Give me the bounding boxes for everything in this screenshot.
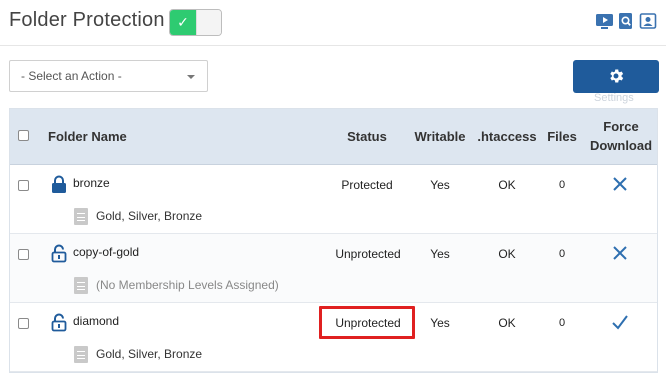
table-header: Folder Name Status Writable .htaccess Fi… xyxy=(10,109,657,165)
column-folder-name[interactable]: Folder Name xyxy=(48,129,127,144)
chevron-down-icon xyxy=(187,75,195,79)
htaccess-text: OK xyxy=(498,316,516,330)
folders-table: Folder Name Status Writable .htaccess Fi… xyxy=(9,108,658,373)
writable-text: Yes xyxy=(430,178,450,192)
gear-icon xyxy=(610,69,624,83)
search-doc-icon[interactable] xyxy=(617,12,636,30)
document-icon xyxy=(74,277,88,294)
document-icon xyxy=(74,346,88,363)
row-checkbox[interactable] xyxy=(18,318,29,329)
htaccess-text: OK xyxy=(498,247,516,261)
writable-text: Yes xyxy=(430,247,450,261)
status-text: Unprotected xyxy=(335,247,401,261)
lock-icon xyxy=(52,175,66,193)
folder-protection-toggle[interactable]: ✓ xyxy=(169,9,222,36)
x-icon[interactable] xyxy=(611,244,629,262)
contact-card-icon[interactable] xyxy=(639,12,658,30)
check-icon[interactable] xyxy=(611,313,629,331)
select-all-checkbox[interactable] xyxy=(18,130,29,141)
htaccess-text: OK xyxy=(498,178,516,192)
files-count: 0 xyxy=(558,179,566,191)
column-force-download-line2: Download xyxy=(589,138,653,153)
video-tutorial-icon[interactable] xyxy=(595,12,614,30)
column-files[interactable]: Files xyxy=(543,129,581,144)
writable-text: Yes xyxy=(430,316,450,330)
status-text: Unprotected xyxy=(335,316,401,330)
column-force-download-line1: Force xyxy=(603,119,639,134)
check-icon: ✓ xyxy=(170,10,196,35)
x-icon[interactable] xyxy=(611,175,629,193)
unlock-icon xyxy=(51,313,67,332)
status-text: Protected xyxy=(341,178,393,192)
table-row: diamond Gold, Silver, Bronze Unprotected… xyxy=(10,303,657,372)
table-row: bronze Gold, Silver, Bronze Protected Ye… xyxy=(10,165,657,234)
files-count: 0 xyxy=(558,248,566,260)
column-status[interactable]: Status xyxy=(338,129,396,144)
unlock-icon xyxy=(51,244,67,263)
folder-name-link[interactable]: bronze xyxy=(73,176,110,190)
folder-name-link[interactable]: diamond xyxy=(73,314,119,328)
page-title: Folder Protection xyxy=(9,9,165,31)
settings-label: Settings xyxy=(594,92,634,104)
header-icons xyxy=(595,12,658,30)
column-htaccess[interactable]: .htaccess xyxy=(476,129,538,144)
membership-levels: Gold, Silver, Bronze xyxy=(96,209,203,223)
row-checkbox[interactable] xyxy=(18,180,29,191)
settings-button[interactable] xyxy=(573,60,659,93)
folder-name-link[interactable]: copy-of-gold xyxy=(73,245,139,259)
membership-levels: Gold, Silver, Bronze xyxy=(96,347,203,361)
page-header: Folder Protection ✓ xyxy=(0,0,666,46)
row-checkbox[interactable] xyxy=(18,249,29,260)
bulk-action-select[interactable]: - Select an Action - xyxy=(9,60,208,92)
toggle-knob xyxy=(196,10,221,35)
select-value: - Select an Action - xyxy=(21,69,122,83)
column-writable[interactable]: Writable xyxy=(410,129,470,144)
table-row: copy-of-gold (No Membership Levels Assig… xyxy=(10,234,657,303)
files-count: 0 xyxy=(558,317,566,329)
document-icon xyxy=(74,208,88,225)
membership-levels: (No Membership Levels Assigned) xyxy=(96,278,279,292)
